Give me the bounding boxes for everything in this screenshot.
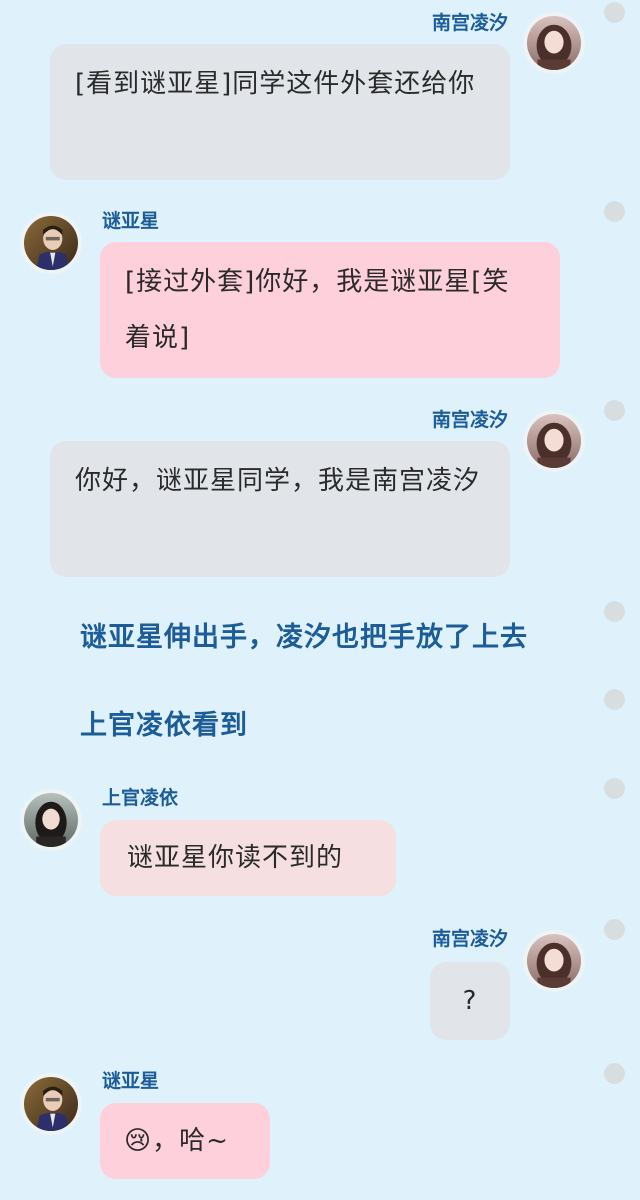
avatar-nangong[interactable] <box>523 12 585 74</box>
avatar-image <box>24 1077 78 1131</box>
avatar-image <box>527 934 581 988</box>
speaker-name: 南宫凌汐 <box>431 12 508 34</box>
avatar-image <box>527 16 581 70</box>
message-bubble[interactable]: 你好，谜亚星同学，我是南宫凌汐 <box>50 441 510 577</box>
narration-text: 上官凌依看到 <box>80 710 248 741</box>
message-bubble[interactable]: [看到谜亚星]同学这件外套还给你 <box>50 44 510 180</box>
select-dot-icon[interactable] <box>604 601 625 622</box>
avatar-nangong[interactable] <box>523 410 585 472</box>
message-bubble[interactable]: 😢，哈~ <box>100 1103 270 1179</box>
select-dot-icon[interactable] <box>604 1063 625 1084</box>
avatar-image <box>24 793 78 847</box>
select-dot-icon[interactable] <box>604 400 625 421</box>
narration-text: 谜亚星伸出手，凌汐也把手放了上去 <box>80 622 528 653</box>
avatar-image <box>24 216 78 270</box>
speaker-name: 谜亚星 <box>102 210 160 232</box>
speaker-name: 上官凌依 <box>102 787 179 809</box>
avatar-mi[interactable] <box>20 212 82 274</box>
avatar-shangguan[interactable] <box>20 789 82 851</box>
message-bubble[interactable]: ? <box>430 962 510 1040</box>
speaker-name: 南宫凌汐 <box>431 928 508 950</box>
avatar-nangong[interactable] <box>523 930 585 992</box>
select-dot-icon[interactable] <box>604 778 625 799</box>
speaker-name: 南宫凌汐 <box>431 409 508 431</box>
message-bubble[interactable]: 谜亚星你读不到的 <box>100 820 396 896</box>
speaker-name: 谜亚星 <box>102 1070 160 1092</box>
select-dot-icon[interactable] <box>604 919 625 940</box>
select-dot-icon[interactable] <box>604 2 625 23</box>
avatar-image <box>527 414 581 468</box>
select-dot-icon[interactable] <box>604 689 625 710</box>
select-dot-icon[interactable] <box>604 201 625 222</box>
avatar-mi[interactable] <box>20 1073 82 1135</box>
message-bubble[interactable]: [接过外套]你好，我是谜亚星[笑着说] <box>100 242 560 378</box>
